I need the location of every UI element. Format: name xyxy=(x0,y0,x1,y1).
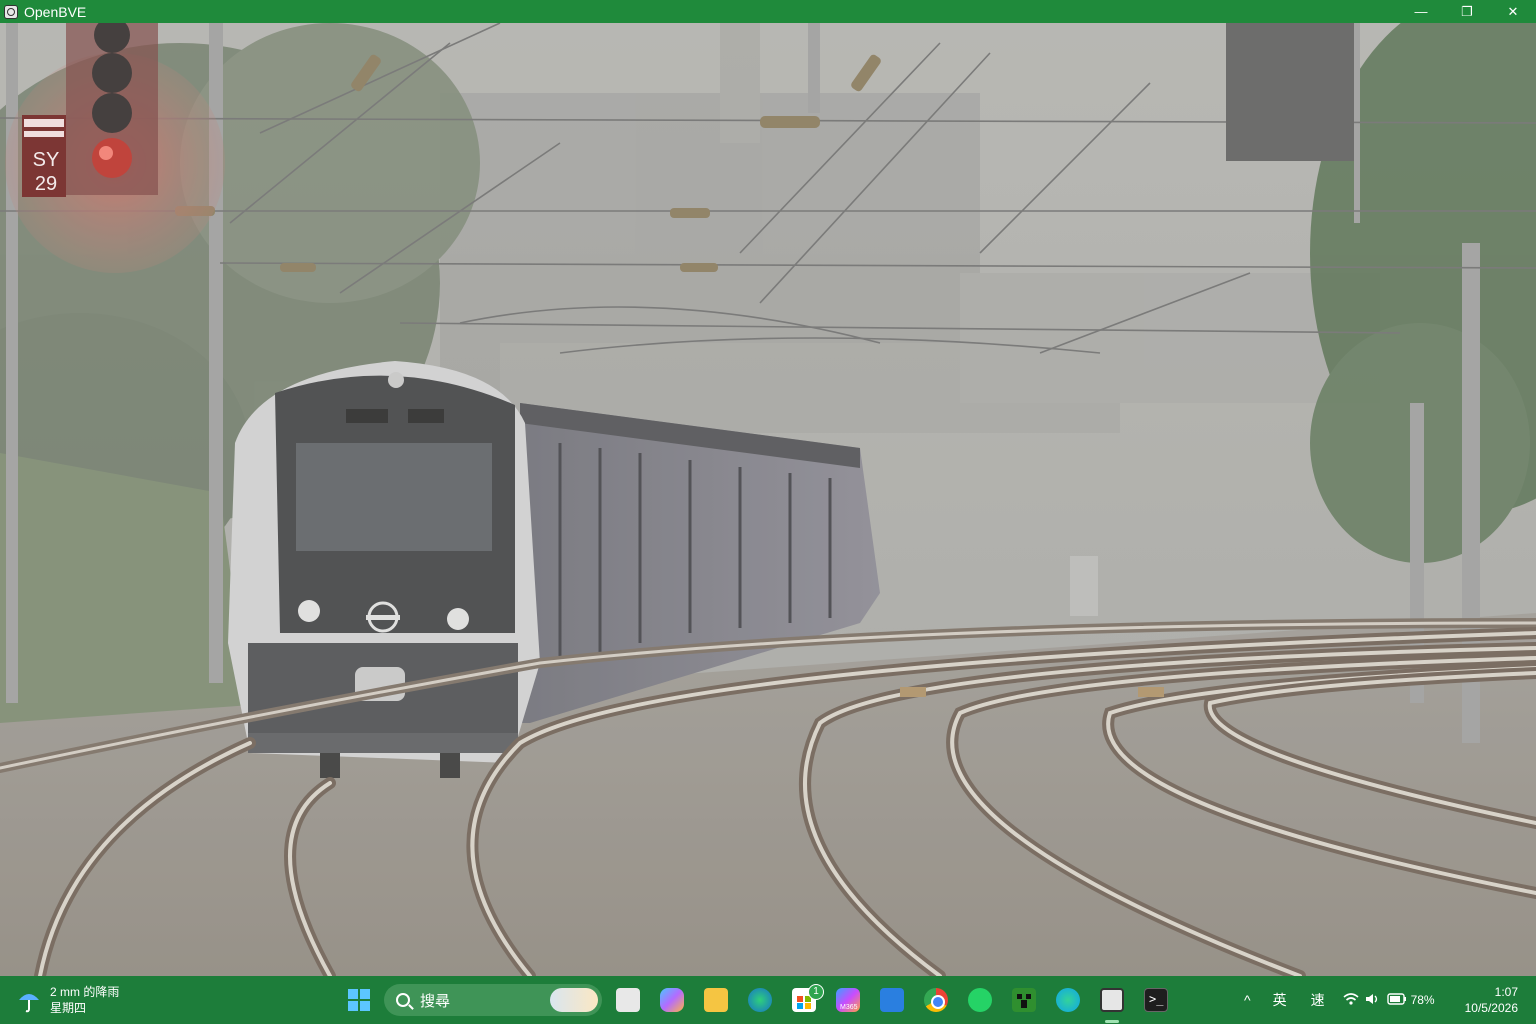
window-controls: — ❐ ✕ xyxy=(1398,0,1536,23)
window-title: OpenBVE xyxy=(24,3,87,20)
outlook-icon[interactable] xyxy=(880,988,904,1012)
weather-condition: 2 mm 的降雨 xyxy=(50,985,120,999)
close-button[interactable]: ✕ xyxy=(1490,0,1536,23)
show-hidden-icons-chevron[interactable]: ^ xyxy=(1244,992,1251,1008)
system-tray: ^ 英 速 78% xyxy=(1244,976,1435,1024)
simulator-viewport[interactable]: SY 29 xyxy=(0,23,1536,976)
restore-button[interactable]: ❐ xyxy=(1444,0,1490,23)
whatsapp-icon[interactable] xyxy=(968,988,992,1012)
edge-browser-icon[interactable] xyxy=(748,988,772,1012)
search-placeholder: 搜尋 xyxy=(420,992,451,1010)
ime-language-indicator[interactable]: 英 xyxy=(1273,990,1287,1010)
railway-scene: SY 29 xyxy=(0,23,1536,976)
store-notification-badge: 1 xyxy=(808,984,824,1000)
signal-plate-number: 29 xyxy=(35,173,57,195)
minimize-button[interactable]: — xyxy=(1398,0,1444,23)
signal-plate-code: SY xyxy=(33,149,60,171)
weather-day: 星期四 xyxy=(50,1001,87,1015)
title-bar: OpenBVE — ❐ ✕ xyxy=(0,0,1536,23)
search-icon xyxy=(396,993,410,1007)
weather-widget[interactable]: 2 mm 的降雨 星期四 xyxy=(16,982,119,1018)
taskbar-search-box[interactable]: 搜尋 xyxy=(384,984,602,1016)
wifi-icon[interactable] xyxy=(1343,992,1359,1009)
terminal-icon[interactable]: >_ xyxy=(1144,988,1168,1012)
active-window-indicator xyxy=(1105,1020,1119,1023)
volume-icon[interactable] xyxy=(1365,992,1381,1009)
m365-icon[interactable]: M365 xyxy=(836,988,860,1012)
chrome-icon[interactable] xyxy=(924,988,948,1012)
search-highlight-illustration xyxy=(550,988,598,1012)
clock-date: 10/5/2026 xyxy=(1464,1001,1518,1015)
copilot-icon[interactable] xyxy=(660,988,684,1012)
file-explorer-icon[interactable] xyxy=(704,988,728,1012)
battery-percent: 78% xyxy=(1410,993,1435,1007)
minecraft-icon[interactable] xyxy=(1012,988,1036,1012)
openbve-taskbar-icon[interactable] xyxy=(1100,988,1124,1012)
windows-start-icon[interactable] xyxy=(347,988,371,1012)
battery-icon[interactable] xyxy=(1386,992,1407,1008)
edge-dev-icon[interactable] xyxy=(1056,988,1080,1012)
clock-time: 1:07 xyxy=(1494,985,1518,999)
windows-taskbar: 2 mm 的降雨 星期四 搜尋 1 M365 >_ ^ 英 速 78% 1:07… xyxy=(0,976,1536,1024)
ime-mode-indicator[interactable]: 速 xyxy=(1311,990,1325,1010)
task-view-icon[interactable] xyxy=(616,988,640,1012)
signal-id-plate: SY 29 xyxy=(22,115,66,197)
rain-umbrella-icon xyxy=(16,987,42,1013)
system-clock[interactable]: 1:07 10/5/2026 xyxy=(1465,984,1518,1016)
m365-label: M365 xyxy=(840,1004,858,1011)
openbve-app-icon xyxy=(4,4,18,19)
